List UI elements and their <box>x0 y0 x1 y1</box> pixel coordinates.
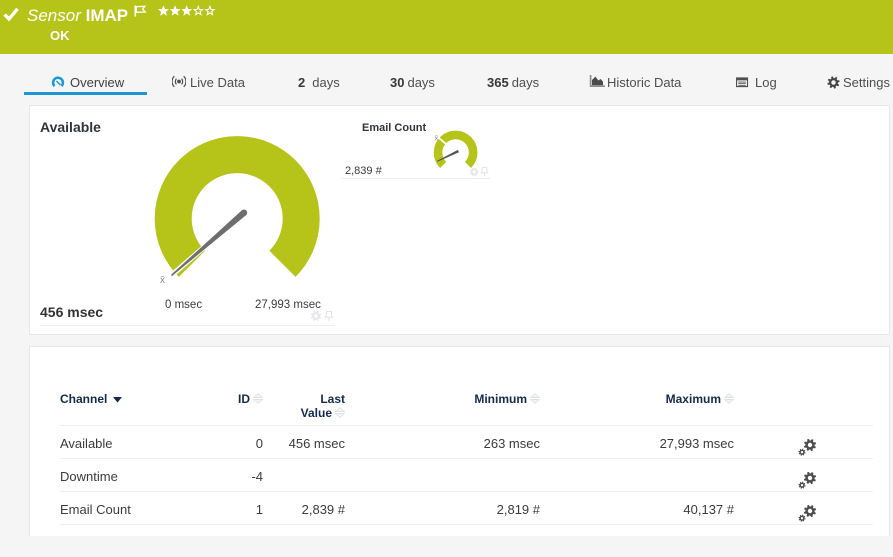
svg-text:x̄: x̄ <box>160 275 165 286</box>
svg-text:x̄: x̄ <box>435 134 439 143</box>
